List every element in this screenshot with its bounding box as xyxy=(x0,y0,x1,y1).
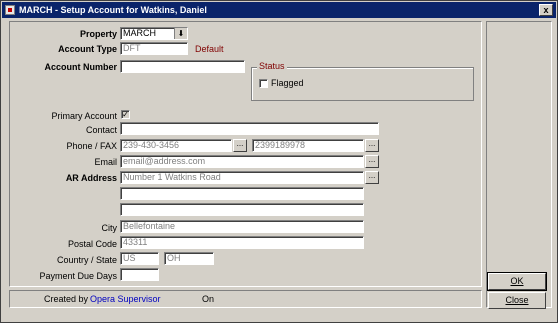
dropdown-arrow-icon[interactable]: ⬇ xyxy=(174,28,187,39)
postal-code-label: Postal Code xyxy=(67,239,117,249)
dialog-window: MARCH - Setup Account for Watkins, Danie… xyxy=(0,0,558,323)
default-label: Default xyxy=(195,44,224,54)
phone-fax-label: Phone / FAX xyxy=(66,141,117,151)
contact-field[interactable] xyxy=(120,122,379,135)
created-by-label: Created by xyxy=(44,294,89,304)
email-lookup-button[interactable]: ... xyxy=(365,155,379,168)
ar-address-label: AR Address xyxy=(65,173,117,183)
account-type-field[interactable]: DFT xyxy=(120,42,188,55)
footer-bar: Created by Opera Supervisor On xyxy=(9,290,482,308)
payment-due-days-label: Payment Due Days xyxy=(39,271,117,281)
close-button[interactable]: Close xyxy=(488,292,546,309)
contact-label: Contact xyxy=(85,125,117,135)
city-label: City xyxy=(101,223,118,233)
payment-due-days-field[interactable] xyxy=(120,268,159,281)
fax-lookup-button[interactable]: ... xyxy=(365,139,379,152)
title-bar: MARCH - Setup Account for Watkins, Danie… xyxy=(2,2,556,18)
ar-address-line1-field[interactable]: Number 1 Watkins Road xyxy=(120,171,364,184)
ok-button-label: OK xyxy=(510,276,524,286)
close-button-label: Close xyxy=(505,295,529,305)
primary-account-label: Primary Account xyxy=(51,111,117,121)
property-label: Property xyxy=(79,29,117,39)
fax-field[interactable]: 2399189978 xyxy=(252,139,364,152)
window-title: MARCH - Setup Account for Watkins, Danie… xyxy=(19,5,207,15)
country-state-label: Country / State xyxy=(56,255,117,265)
city-field[interactable]: Bellefontaine xyxy=(120,220,364,233)
property-select[interactable]: MARCH ⬇ xyxy=(120,27,188,40)
email-field[interactable]: email@address.com xyxy=(120,155,364,168)
country-field[interactable]: US xyxy=(120,252,159,265)
app-icon xyxy=(5,5,15,15)
button-panel xyxy=(486,21,552,308)
phone-field[interactable]: 239-430-3456 xyxy=(120,139,232,152)
close-window-button[interactable]: x xyxy=(539,4,553,16)
ok-button[interactable]: OK xyxy=(487,272,547,291)
state-field[interactable]: OH xyxy=(164,252,214,265)
property-value: MARCH xyxy=(123,28,156,38)
postal-code-field[interactable]: 43311 xyxy=(120,236,364,249)
account-number-field[interactable] xyxy=(120,60,245,73)
on-label: On xyxy=(202,294,215,304)
created-by-user: Opera Supervisor xyxy=(90,294,161,304)
primary-account-checkbox[interactable]: ✓ xyxy=(121,110,130,119)
ar-address-line2-field[interactable] xyxy=(120,187,364,200)
check-mark-icon: ✓ xyxy=(122,110,129,119)
account-type-label: Account Type xyxy=(58,44,117,54)
phone-lookup-button[interactable]: ... xyxy=(233,139,247,152)
email-label: Email xyxy=(94,157,117,167)
flagged-checkbox[interactable] xyxy=(259,79,268,88)
ar-address-lookup-button[interactable]: ... xyxy=(365,171,379,184)
ar-address-line3-field[interactable] xyxy=(120,203,364,216)
flagged-label: Flagged xyxy=(271,78,304,88)
account-number-label: Account Number xyxy=(44,62,117,72)
status-group-label: Status xyxy=(257,61,287,71)
